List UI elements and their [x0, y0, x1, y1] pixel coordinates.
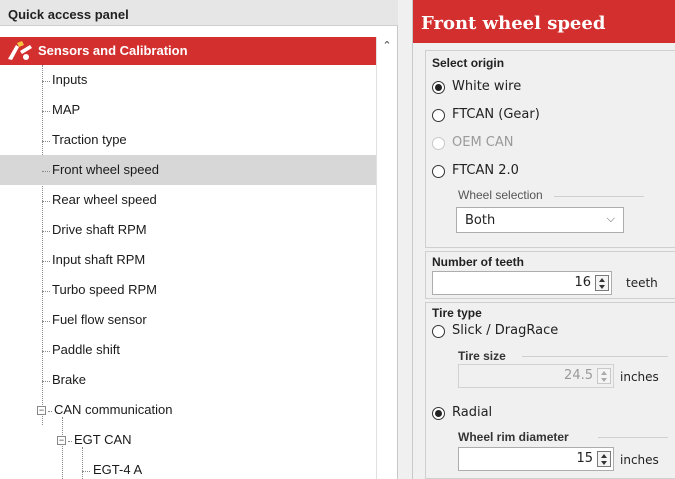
tree-item-traction-type[interactable]: Traction type	[0, 125, 376, 155]
wheel-selection-label: Wheel selection	[458, 188, 543, 202]
radio-checked-icon[interactable]	[432, 81, 445, 94]
tire-type-title: Tire type	[432, 306, 482, 320]
select-origin-title: Select origin	[432, 56, 505, 70]
collapse-icon[interactable]: −	[37, 406, 46, 415]
tire-size-stepper: 24.5	[458, 364, 614, 388]
spin-buttons-icon[interactable]	[595, 275, 609, 291]
radio-unchecked-icon[interactable]	[432, 165, 445, 178]
radio-unchecked-icon[interactable]	[432, 109, 445, 122]
collapse-icon[interactable]: −	[57, 436, 66, 445]
tree-item-inputs[interactable]: Inputs	[0, 65, 376, 95]
tree-item-fuel-flow-sensor[interactable]: Fuel flow sensor	[0, 305, 376, 335]
select-origin-group: Select origin White wire FTCAN (Gear) OE…	[425, 50, 675, 248]
spin-buttons-icon[interactable]	[597, 451, 611, 467]
quick-access-header: Quick access panel	[0, 0, 398, 26]
chevron-down-icon: ⌵	[606, 212, 615, 225]
tree-item-front-wheel-speed[interactable]: Front wheel speed	[0, 155, 376, 185]
tire-size-unit: inches	[620, 370, 659, 384]
wheel-selection-dropdown[interactable]: Both ⌵	[456, 207, 624, 233]
number-of-teeth-group: Number of teeth 16 teeth	[425, 251, 675, 299]
tree-view[interactable]: Sensors and Calibration Inputs MAP Tract…	[0, 37, 376, 479]
category-sensors-calibration[interactable]: Sensors and Calibration	[0, 37, 376, 65]
wheel-rim-unit: inches	[620, 453, 659, 467]
teeth-unit: teeth	[626, 276, 658, 290]
divider	[598, 437, 668, 438]
tree-item-egt-can[interactable]: − EGT CAN	[0, 425, 376, 455]
radio-disabled-icon	[432, 137, 445, 150]
tree-item-rear-wheel-speed[interactable]: Rear wheel speed	[0, 185, 376, 215]
scroll-up-arrow-icon[interactable]: ⌃	[381, 40, 393, 51]
tree-item-egt-4-a[interactable]: EGT-4 A	[0, 455, 376, 479]
number-of-teeth-title: Number of teeth	[432, 255, 525, 269]
page-title: Front wheel speed	[413, 0, 675, 43]
settings-panel: Front wheel speed Select origin White wi…	[412, 0, 675, 479]
spin-buttons-icon	[597, 368, 611, 384]
sensor-calibration-icon	[6, 39, 34, 63]
category-label: Sensors and Calibration	[38, 43, 188, 58]
tree-item-map[interactable]: MAP	[0, 95, 376, 125]
divider	[522, 356, 668, 357]
quick-access-panel: Quick access panel Sensors and Calibrati…	[0, 0, 398, 479]
tree-item-drive-shaft-rpm[interactable]: Drive shaft RPM	[0, 215, 376, 245]
tree-item-input-shaft-rpm[interactable]: Input shaft RPM	[0, 245, 376, 275]
tree-item-paddle-shift[interactable]: Paddle shift	[0, 335, 376, 365]
tree-scrollbar[interactable]: ⌃	[376, 37, 396, 479]
wheel-rim-stepper[interactable]: 15	[458, 447, 614, 471]
tire-size-label: Tire size	[458, 349, 506, 363]
teeth-stepper[interactable]: 16	[432, 271, 612, 295]
tree-item-turbo-speed-rpm[interactable]: Turbo speed RPM	[0, 275, 376, 305]
tree-item-brake[interactable]: Brake	[0, 365, 376, 395]
radio-checked-icon[interactable]	[432, 407, 445, 420]
tree-item-can-communication[interactable]: − CAN communication	[0, 395, 376, 425]
radio-unchecked-icon[interactable]	[432, 325, 445, 338]
tire-type-group: Tire type Slick / DragRace Tire size 24.…	[425, 302, 675, 479]
divider	[554, 196, 644, 197]
wheel-rim-label: Wheel rim diameter	[458, 430, 569, 444]
